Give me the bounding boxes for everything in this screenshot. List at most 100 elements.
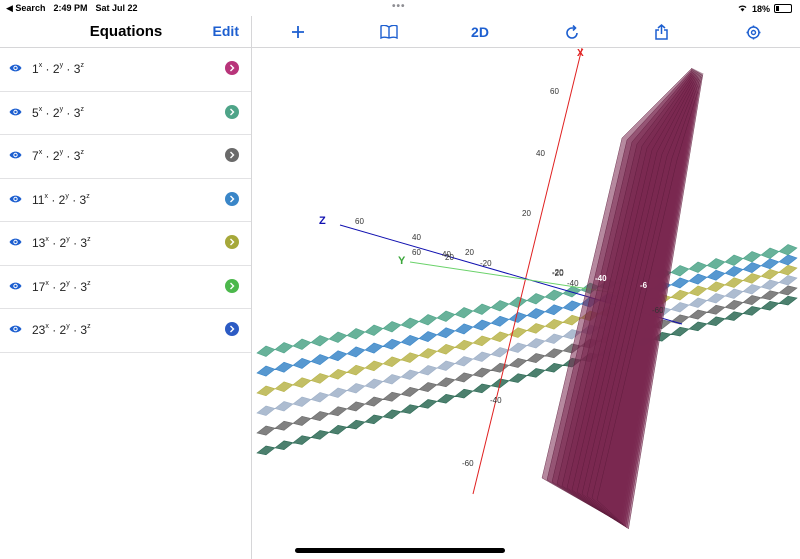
- eye-visibility-icon[interactable]: [9, 281, 22, 291]
- refresh-icon[interactable]: [562, 22, 582, 42]
- eye-visibility-icon[interactable]: [9, 237, 22, 247]
- add-icon[interactable]: [288, 22, 308, 42]
- mode-2d-button[interactable]: 2D: [464, 22, 496, 42]
- eq-exp-z: z: [86, 192, 90, 200]
- surfaces-layer: [256, 244, 798, 456]
- chevron-right-icon[interactable]: [225, 104, 239, 119]
- axis-tick-label: -40: [595, 274, 607, 283]
- eq-base: 7: [32, 149, 39, 163]
- equation-formula[interactable]: 13x · 2y · 3z: [32, 236, 91, 250]
- eq-exp-x: x: [45, 236, 49, 243]
- eq-dot: ·: [52, 279, 57, 294]
- eq-exp-x: x: [38, 62, 43, 69]
- equation-row[interactable]: 11x · 2y · 3z: [0, 179, 251, 222]
- eye-visibility-icon[interactable]: [9, 150, 22, 160]
- axis-tick-label: -20: [552, 268, 564, 277]
- eq-base: 11: [32, 192, 45, 207]
- axis-tick-label: -40: [490, 396, 502, 405]
- equation-formula[interactable]: 17x · 2y · 3z: [32, 280, 91, 294]
- eq-dot: ·: [66, 105, 71, 120]
- axis-tick-label: 20: [465, 248, 474, 257]
- equation-list: 1x · 2y · 3z 5x · 2y · 3z 7x · 2y · 3z 11x …: [0, 48, 251, 353]
- axis-tick-label: 40: [536, 149, 545, 158]
- eq-base: 17: [32, 279, 46, 294]
- battery-percent: 18%: [751, 3, 770, 14]
- eq-dot: ·: [73, 279, 78, 294]
- book-icon[interactable]: [378, 22, 400, 42]
- y-axis-label: Y: [398, 255, 406, 267]
- graph-toolbar: 2D: [252, 16, 800, 48]
- chevron-right-icon[interactable]: [225, 322, 239, 336]
- eq-exp-x: x: [38, 105, 43, 113]
- equation-row[interactable]: 13x · 2y · 3z: [0, 222, 251, 266]
- eq-exp-z: z: [80, 149, 84, 156]
- axis-tick-label: -6: [640, 281, 648, 290]
- axis-tick-label: 60: [412, 248, 421, 257]
- status-bar: ◀ Search 2:49 PM Sat Jul 22 ••• 18%: [0, 0, 800, 16]
- chevron-right-icon[interactable]: [225, 148, 239, 162]
- eq-exp-y: y: [59, 149, 64, 156]
- eq-base: 23: [32, 323, 46, 337]
- graph-3d-canvas[interactable]: X Z Y 604020-20-40-60604020-20-40-6060 40…: [252, 48, 800, 559]
- eq-dot: ·: [72, 192, 77, 207]
- eq-dot: ·: [45, 62, 50, 76]
- eq-dot: ·: [45, 105, 50, 120]
- eq-exp-z: z: [80, 62, 84, 69]
- eq-exp-y: y: [66, 323, 70, 330]
- surface-band: [256, 275, 798, 416]
- edit-button[interactable]: Edit: [213, 23, 239, 39]
- axis-tick-label: -20: [480, 259, 492, 268]
- eq-exp-y: y: [59, 62, 64, 69]
- settings-gear-icon[interactable]: [743, 22, 763, 42]
- wifi-icon: [737, 3, 748, 14]
- eq-dot: ·: [73, 323, 78, 337]
- eq-exp-z: z: [80, 105, 84, 113]
- axis-tick-label: -60: [652, 306, 664, 315]
- eq-dot: ·: [52, 323, 57, 337]
- eq-exp-z: z: [87, 323, 91, 330]
- chevron-right-icon[interactable]: [225, 235, 239, 249]
- equation-formula[interactable]: 23x · 2y · 3z: [32, 323, 91, 337]
- equation-formula[interactable]: 11x · 2y · 3z: [32, 193, 90, 207]
- status-date: Sat Jul 22: [95, 3, 138, 13]
- axis-tick-label: -60: [462, 459, 474, 468]
- chevron-right-icon[interactable]: [225, 278, 239, 293]
- eq-exp-x: x: [38, 149, 43, 156]
- equation-row[interactable]: 17x · 2y · 3z: [0, 266, 251, 309]
- eq-two: 2: [52, 149, 60, 163]
- eq-two: 2: [52, 62, 60, 76]
- eye-visibility-icon[interactable]: [9, 63, 22, 73]
- eq-exp-y: y: [59, 105, 64, 113]
- axis-tick-label: 60: [355, 217, 364, 226]
- sidebar-header: Equations Edit: [0, 16, 251, 48]
- axis-tick-label: 60: [550, 87, 559, 96]
- eye-visibility-icon[interactable]: [9, 107, 22, 117]
- eq-exp-y: y: [65, 192, 69, 200]
- eye-visibility-icon[interactable]: [9, 194, 22, 204]
- eq-exp-x: x: [45, 279, 49, 287]
- eq-exp-x: x: [44, 192, 48, 200]
- eq-dot: ·: [66, 149, 71, 163]
- home-indicator[interactable]: [295, 548, 505, 553]
- equation-formula[interactable]: 5x · 2y · 3z: [32, 106, 84, 120]
- eq-dot: ·: [66, 62, 71, 76]
- chevron-right-icon[interactable]: [225, 61, 239, 75]
- axis-tick-label: 40: [412, 233, 421, 242]
- share-icon[interactable]: [651, 22, 671, 42]
- eye-visibility-icon[interactable]: [9, 324, 22, 334]
- eq-dot: ·: [73, 236, 78, 250]
- equation-formula[interactable]: 7x · 2y · 3z: [32, 149, 84, 163]
- back-to-search[interactable]: ◀ Search: [6, 3, 45, 14]
- eq-dot: ·: [45, 149, 50, 163]
- surface-band: [256, 264, 798, 397]
- status-time: 2:49 PM: [53, 3, 88, 13]
- multitasking-dots[interactable]: •••: [392, 1, 406, 12]
- axis-tick-label: 40: [442, 250, 451, 259]
- eq-dot: ·: [52, 236, 57, 250]
- equation-row[interactable]: 5x · 2y · 3z: [0, 92, 251, 135]
- chevron-right-icon[interactable]: [225, 191, 239, 206]
- equation-row[interactable]: 1x · 2y · 3z: [0, 48, 251, 92]
- equation-formula[interactable]: 1x · 2y · 3z: [32, 62, 84, 76]
- equation-row[interactable]: 7x · 2y · 3z: [0, 135, 251, 179]
- equation-row[interactable]: 23x · 2y · 3z: [0, 309, 251, 353]
